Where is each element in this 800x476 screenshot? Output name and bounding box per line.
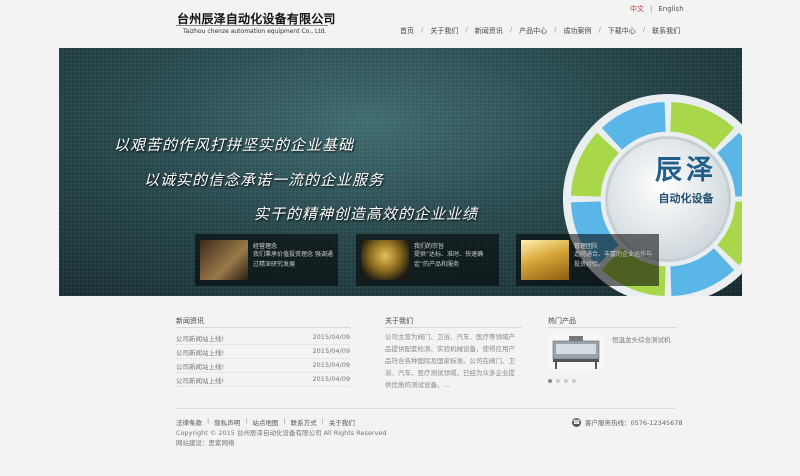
nav-downloads[interactable]: 下载中心 — [608, 26, 636, 38]
card-desc: 提供“达标、准时、快速确定”的产品和服务 — [414, 251, 484, 268]
products-section-title[interactable]: 热门产品 — [548, 316, 576, 326]
slogan-2: 以诚实的信念承诺一流的企业服务 — [144, 171, 385, 189]
carousel-dot[interactable] — [572, 379, 576, 383]
card-title: 管理团队 — [574, 243, 599, 250]
carousel-dot[interactable] — [556, 379, 560, 383]
footer-links: 法律条款 | 隐私声明 | 站点地图 | 联系方式 | 关于我们 — [176, 417, 355, 427]
nav-about[interactable]: 关于我们 — [430, 26, 458, 38]
news-item[interactable]: 公司新闻站上线! 2015/04/09 — [176, 345, 350, 359]
hero-banner[interactable]: 以艰苦的作风打拼坚实的企业基础 以诚实的信念承诺一流的企业服务 实干的精神创造高… — [59, 48, 742, 296]
carousel-dot[interactable] — [548, 379, 552, 383]
site-credit: 网站建设：思紫网络 — [176, 439, 235, 447]
about-section-title[interactable]: 关于我们 — [385, 316, 413, 326]
slogan-3: 实干的精神创造高效的企业业绩 — [254, 205, 479, 223]
main-nav: 首页 / 关于我们 / 新闻资讯 / 产品中心 / 成功案例 / 下载中心 / 联系我们 — [400, 26, 680, 38]
footer-divider — [176, 408, 676, 409]
product-machine-image[interactable] — [549, 333, 603, 371]
news-date: 2015/04/09 — [312, 375, 350, 383]
about-divider — [385, 327, 522, 328]
news-date: 2015/04/09 — [312, 347, 350, 355]
footer-link-privacy[interactable]: 隐私声明 — [214, 417, 240, 427]
chess-image — [200, 240, 248, 280]
news-title[interactable]: 公司新闻站上线! — [176, 347, 224, 357]
carousel-dots — [548, 379, 580, 383]
brand-subtitle: 自动化设备 — [658, 192, 714, 205]
card-desc: 我们秉承价值投资理念 强调通过精深研究发展 — [253, 251, 333, 268]
carousel-dot[interactable] — [564, 379, 568, 383]
card-title: 经营理念 — [253, 243, 278, 250]
footer-link-sitemap[interactable]: 站点地图 — [252, 417, 278, 427]
language-switcher: 中文 | English — [630, 5, 684, 13]
news-section-title[interactable]: 新闻资讯 — [176, 316, 204, 326]
phone-icon: ☎ — [572, 417, 581, 427]
nav-home[interactable]: 首页 — [400, 26, 414, 38]
news-item[interactable]: 公司新闻站上线! 2015/04/09 — [176, 373, 350, 387]
feature-card-mission[interactable]: 我们的宗旨 提供“达标、准时、快速确定”的产品和服务 — [356, 234, 499, 286]
news-title[interactable]: 公司新闻站上线! — [176, 375, 224, 385]
logo-divider — [176, 25, 328, 26]
feature-card-team[interactable]: 管理团队 造网通合、丰富的企业运作与投资经验。 — [516, 234, 659, 286]
news-item[interactable]: 公司新闻站上线! 2015/04/09 — [176, 331, 350, 345]
customer-hotline: ☎ 客户服务热线：0576-12345678 — [572, 417, 682, 427]
news-date: 2015/04/09 — [312, 361, 350, 369]
card-desc: 造网通合、丰富的企业运作与投资经验。 — [574, 251, 653, 268]
card-title: 我们的宗旨 — [414, 243, 445, 250]
brand-name: 辰泽 — [655, 155, 717, 186]
products-divider — [548, 327, 676, 328]
news-divider — [176, 327, 350, 328]
nav-contact[interactable]: 联系我们 — [652, 26, 680, 38]
nav-cases[interactable]: 成功案例 — [563, 26, 591, 38]
feature-card-philosophy[interactable]: 经营理念 我们秉承价值投资理念 强调通过精深研究发展 — [195, 234, 338, 286]
slogan-1: 以艰苦的作风打拼坚实的企业基础 — [114, 136, 355, 154]
hotline-text: 客户服务热线：0576-12345678 — [585, 419, 683, 427]
news-item[interactable]: 公司新闻站上线! 2015/04/09 — [176, 359, 350, 373]
company-logo-en: Taizhou chenze automation equipment Co.,… — [183, 28, 327, 35]
trophy-image — [361, 240, 409, 280]
lang-en-link[interactable]: English — [658, 5, 683, 13]
footer-link-legal[interactable]: 法律条款 — [176, 417, 202, 427]
product-name[interactable]: 恒温龙头综合测试机 — [612, 334, 671, 344]
gold-bars-image — [521, 240, 569, 280]
copyright-text: Copyright © 2015 台州辰泽自动化设备有限公司 All Right… — [176, 429, 387, 437]
nav-products[interactable]: 产品中心 — [519, 26, 547, 38]
news-date: 2015/04/09 — [312, 333, 350, 341]
nav-news[interactable]: 新闻资讯 — [475, 26, 503, 38]
news-title[interactable]: 公司新闻站上线! — [176, 333, 224, 343]
news-title[interactable]: 公司新闻站上线! — [176, 361, 224, 371]
footer-link-contact[interactable]: 联系方式 — [291, 417, 317, 427]
footer-link-about[interactable]: 关于我们 — [329, 417, 355, 427]
about-summary: 公司主营为阀门、卫浴、汽车、医疗等领域产品提供配套检测、实验机械设备，使得应用产… — [385, 333, 515, 389]
lang-cn-link[interactable]: 中文 — [630, 5, 644, 13]
